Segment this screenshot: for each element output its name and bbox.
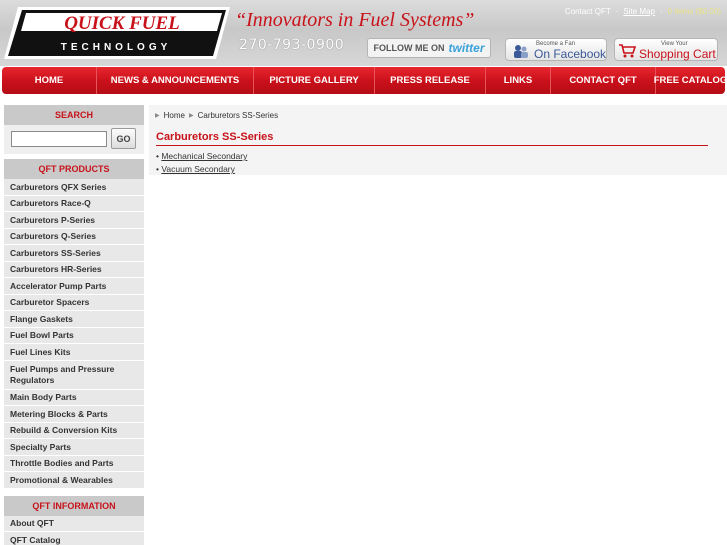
search-heading: SEARCH	[4, 105, 144, 125]
contact-link[interactable]: Contact QFT	[565, 7, 611, 16]
sidebar-item-catalog[interactable]: QFT Catalog	[4, 532, 144, 545]
facebook-people-icon	[514, 45, 528, 58]
breadcrumb-arrow-icon: ▶	[155, 113, 160, 119]
site-map-link[interactable]: Site Map	[623, 7, 655, 16]
nav-home[interactable]: HOME	[2, 67, 97, 94]
list-item: • Vacuum Secondary	[156, 164, 235, 174]
sidebar-item-throttle-bodies[interactable]: Throttle Bodies and Parts	[4, 455, 144, 472]
twitter-label: FOLLOW ME ON	[373, 43, 445, 53]
sidebar-item-specialty[interactable]: Specialty Parts	[4, 439, 144, 456]
sidebar-item-accelerator-pump[interactable]: Accelerator Pump Parts	[4, 278, 144, 295]
cart-big-label: Shopping Cart	[639, 47, 716, 61]
sidebar-item-spacers[interactable]: Carburetor Spacers	[4, 294, 144, 311]
main-nav: HOME NEWS & ANNOUNCEMENTS PICTURE GALLER…	[2, 67, 725, 94]
logo-text-main: QUICK FUEL	[64, 13, 180, 34]
page-title: Carburetors SS-Series	[149, 126, 727, 147]
search-box: GO	[4, 125, 144, 154]
sidebar-item-p-series[interactable]: Carburetors P-Series	[4, 212, 144, 229]
title-divider	[156, 145, 708, 146]
sidebar-item-flange-gaskets[interactable]: Flange Gaskets	[4, 311, 144, 328]
mechanical-secondary-link[interactable]: Mechanical Secondary	[161, 151, 247, 161]
search-input[interactable]	[11, 131, 107, 147]
twitter-icon: twitter	[448, 41, 485, 55]
sidebar-item-fuel-lines[interactable]: Fuel Lines Kits	[4, 344, 144, 361]
facebook-big-label: On Facebook	[534, 47, 607, 61]
nav-press-release[interactable]: PRESS RELEASE	[375, 67, 486, 94]
sidebar-item-rebuild-kits[interactable]: Rebuild & Conversion Kits	[4, 422, 144, 439]
logo-text-sub: TECHNOLOGY	[61, 42, 172, 53]
main-content: ▶ Home ▶ Carburetors SS-Series Carbureto…	[149, 105, 727, 175]
vacuum-secondary-link[interactable]: Vacuum Secondary	[161, 164, 235, 174]
sidebar-item-about[interactable]: About QFT	[4, 515, 144, 532]
facebook-fan-button[interactable]: Become a Fan On Facebook	[505, 38, 607, 61]
breadcrumb: ▶ Home ▶ Carburetors SS-Series	[149, 105, 727, 126]
cart-icon	[619, 44, 636, 58]
nav-links[interactable]: LINKS	[486, 67, 551, 94]
sidebar-item-hr-series[interactable]: Carburetors HR-Series	[4, 261, 144, 278]
shopping-cart-button[interactable]: View Your Shopping Cart	[614, 38, 718, 61]
site-header: QUICK FUEL TECHNOLOGY “Innovators in Fue…	[0, 0, 727, 66]
nav-contact[interactable]: CONTACT QFT	[551, 67, 656, 94]
nav-free-catalog[interactable]: FREE CATALOG	[654, 67, 725, 94]
sidebar-item-q-series[interactable]: Carburetors Q-Series	[4, 228, 144, 245]
sidebar-item-qfx[interactable]: Carburetors QFX Series	[4, 179, 144, 196]
sidebar: SEARCH GO QFT PRODUCTS Carburetors QFX S…	[4, 105, 144, 545]
list-item: • Mechanical Secondary	[156, 151, 248, 161]
sidebar-item-fuel-pumps[interactable]: Fuel Pumps and Pressure Regulators	[4, 360, 144, 390]
category-links: • Mechanical Secondary • Vacuum Secondar…	[149, 147, 727, 175]
top-links: Contact QFT · Site Map · 0 items ($0.00)	[564, 7, 721, 16]
sidebar-item-main-body[interactable]: Main Body Parts	[4, 389, 144, 406]
breadcrumb-current: Carburetors SS-Series	[197, 111, 279, 120]
info-heading: QFT INFORMATION	[4, 495, 144, 516]
nav-picture-gallery[interactable]: PICTURE GALLERY	[254, 67, 375, 94]
nav-news[interactable]: NEWS & ANNOUNCEMENTS	[97, 67, 254, 94]
twitter-follow-button[interactable]: FOLLOW ME ON twitter	[367, 38, 491, 58]
tagline: “Innovators in Fuel Systems”	[235, 9, 475, 31]
sidebar-item-fuel-bowl[interactable]: Fuel Bowl Parts	[4, 327, 144, 344]
sidebar-item-metering-blocks[interactable]: Metering Blocks & Parts	[4, 406, 144, 423]
cart-status-link[interactable]: 0 items ($0.00)	[668, 7, 721, 16]
quick-fuel-logo[interactable]: QUICK FUEL TECHNOLOGY	[4, 7, 230, 59]
sidebar-item-promotional[interactable]: Promotional & Wearables	[4, 472, 144, 489]
sidebar-item-ss-series[interactable]: Carburetors SS-Series	[4, 245, 144, 262]
products-heading: QFT PRODUCTS	[4, 159, 144, 179]
search-go-button[interactable]: GO	[111, 128, 136, 149]
phone-number: 270-793-0900	[239, 37, 345, 53]
breadcrumb-home[interactable]: Home	[164, 111, 185, 120]
breadcrumb-arrow-icon: ▶	[188, 113, 194, 119]
sidebar-item-race-q[interactable]: Carburetors Race-Q	[4, 195, 144, 212]
